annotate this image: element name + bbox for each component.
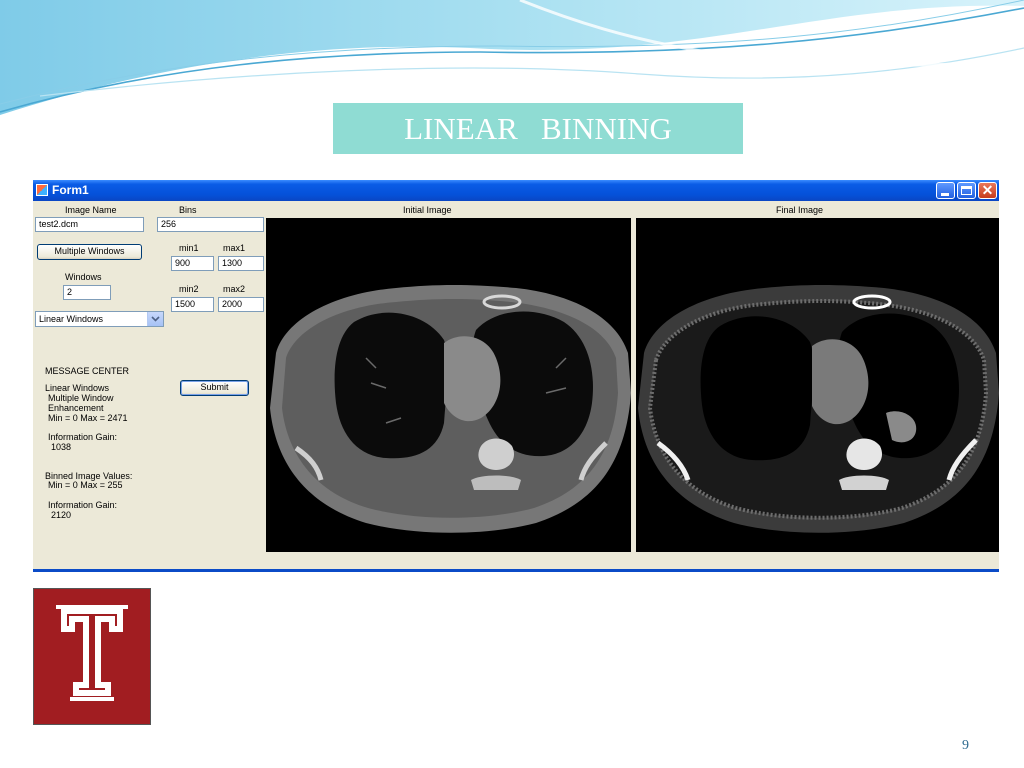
initial-image-box: [266, 218, 631, 552]
binning-mode-select[interactable]: Linear Windows: [35, 311, 164, 327]
min1-input[interactable]: 900: [171, 256, 214, 271]
slide-number: 9: [962, 738, 969, 753]
maximize-icon: [961, 186, 972, 195]
image-name-input[interactable]: test2.dcm: [35, 217, 144, 232]
final-image-box: [636, 218, 999, 552]
multiple-windows-button[interactable]: Multiple Windows: [37, 244, 142, 260]
submit-button[interactable]: Submit: [180, 380, 249, 396]
message-line: Min = 0 Max = 255: [48, 480, 123, 490]
binning-mode-value: Linear Windows: [39, 314, 104, 324]
bins-input[interactable]: 256: [157, 217, 264, 232]
min2-label: min2: [179, 284, 199, 294]
logo-t-icon: [56, 605, 128, 701]
bins-label: Bins: [179, 205, 197, 215]
window-titlebar[interactable]: Form1 ✕: [33, 180, 999, 201]
windows-input[interactable]: 2: [63, 285, 111, 300]
message-line: 2120: [51, 510, 72, 520]
message-center-label: MESSAGE CENTER: [45, 366, 130, 376]
chevron-down-icon[interactable]: [147, 312, 163, 326]
max1-label: max1: [223, 243, 246, 253]
windows-label: Windows: [65, 272, 102, 282]
message-line: Min = 0 Max = 2471: [48, 413, 128, 423]
final-ct-scan-image: [638, 285, 999, 533]
min1-label: min1: [179, 243, 199, 253]
temple-university-logo: [33, 588, 151, 725]
max2-input[interactable]: 2000: [218, 297, 264, 312]
app-icon: [36, 184, 48, 196]
initial-image-label: Initial Image: [403, 205, 452, 215]
min2-input[interactable]: 1500: [171, 297, 214, 312]
maximize-button[interactable]: [957, 182, 976, 199]
minimize-icon: [941, 193, 949, 196]
window-title: Form1: [52, 183, 89, 197]
close-button[interactable]: ✕: [978, 182, 997, 199]
message-line: 1038: [51, 442, 72, 452]
form-window: Form1 ✕ Image Name Bins test2.dcm 256 Mu…: [33, 180, 999, 572]
close-icon: ✕: [981, 182, 994, 198]
slide-title: LINEAR BINNING: [333, 103, 743, 154]
initial-ct-scan-image: [270, 285, 631, 533]
minimize-button[interactable]: [936, 182, 955, 199]
max2-label: max2: [223, 284, 246, 294]
final-image-label: Final Image: [776, 205, 824, 215]
max1-input[interactable]: 1300: [218, 256, 264, 271]
image-name-label: Image Name: [65, 205, 117, 215]
